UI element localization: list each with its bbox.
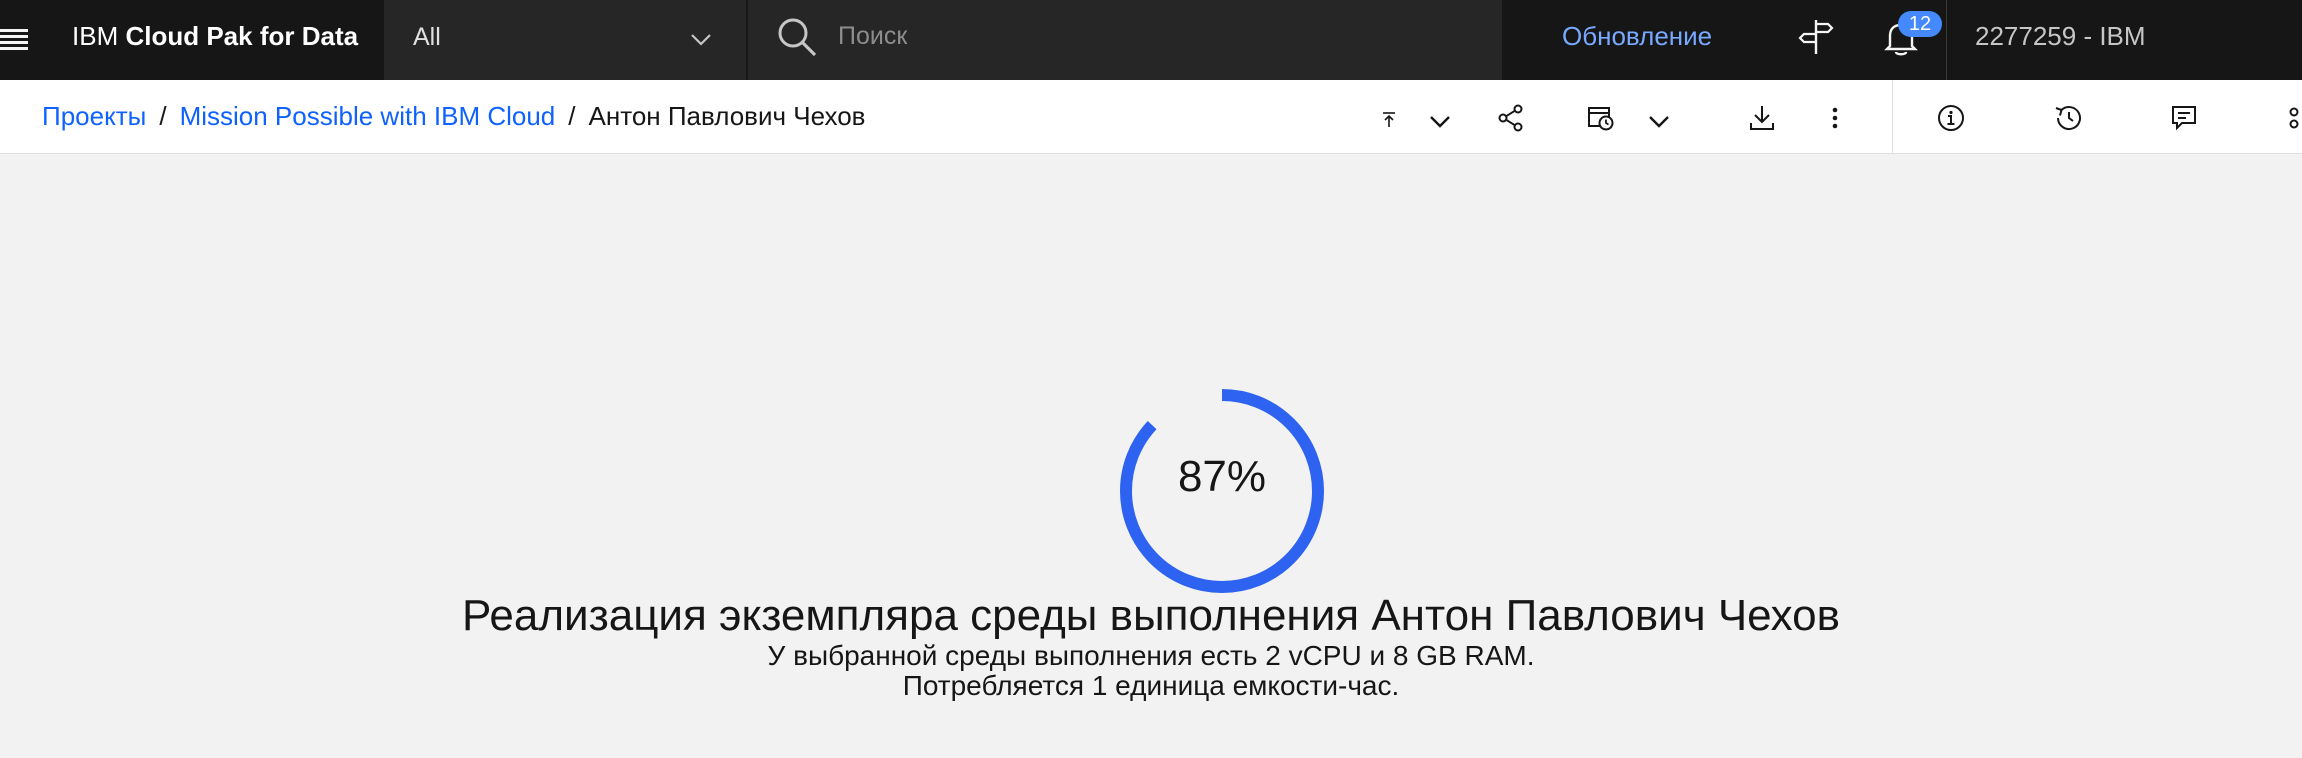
chevron-down-icon[interactable] xyxy=(1429,110,1451,132)
more-icon[interactable] xyxy=(2286,104,2302,132)
breadcrumb-project-link[interactable]: Mission Possible with IBM Cloud xyxy=(180,101,556,131)
hamburger-menu-icon[interactable] xyxy=(0,18,30,62)
signpost-icon[interactable] xyxy=(1798,18,1834,56)
share-icon[interactable] xyxy=(1497,104,1525,132)
breadcrumb-separator: / xyxy=(159,101,167,131)
header-divider xyxy=(1946,0,1947,80)
chevron-down-icon[interactable] xyxy=(690,28,712,50)
breadcrumb-current: Антон Павлович Чехов xyxy=(588,101,866,131)
project-toolbar: Проекты / Mission Possible with IBM Cloud /… xyxy=(0,80,2302,154)
progress-title: Реализация экземпляра среды выполнения А… xyxy=(461,591,1841,640)
search-bar xyxy=(746,0,1502,80)
info-icon[interactable] xyxy=(1937,104,1965,132)
runtime-resources-text: У выбранной среды выполнения есть 2 vCPU… xyxy=(767,640,1535,671)
search-icon[interactable] xyxy=(776,16,818,58)
schedule-icon[interactable] xyxy=(1587,104,1615,132)
comment-icon[interactable] xyxy=(2170,104,2198,132)
account-switcher[interactable]: 2277259 - IBM xyxy=(1975,0,2146,72)
toolbar-divider xyxy=(1892,80,1893,154)
breadcrumb-projects-link[interactable]: Проекты xyxy=(42,101,146,131)
top-header: IBM Cloud Pak for Data All Обновление 12… xyxy=(0,0,2302,80)
upload-icon[interactable] xyxy=(1379,110,1399,130)
chevron-down-icon[interactable] xyxy=(1648,110,1670,132)
download-icon[interactable] xyxy=(1748,104,1776,132)
notification-count-badge: 12 xyxy=(1898,11,1942,37)
scope-dropdown-value: All xyxy=(413,23,441,51)
product-name[interactable]: IBM Cloud Pak for Data xyxy=(72,0,358,80)
search-input[interactable] xyxy=(838,14,1478,58)
progress-percent: 87% xyxy=(1177,452,1267,501)
history-icon[interactable] xyxy=(2053,104,2083,132)
capacity-usage-text: Потребляется 1 единица емкости-час. xyxy=(902,670,1400,701)
update-link[interactable]: Обновление xyxy=(1562,0,1712,72)
overflow-menu-icon[interactable] xyxy=(1830,104,1840,132)
breadcrumb-separator: / xyxy=(568,101,576,131)
breadcrumb: Проекты / Mission Possible with IBM Cloud /… xyxy=(42,80,865,152)
